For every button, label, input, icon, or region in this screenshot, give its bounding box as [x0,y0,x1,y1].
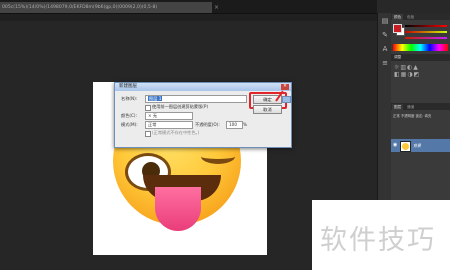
properties-icon[interactable]: ≡ [381,59,389,67]
ruler [0,14,377,21]
adjustment-icons[interactable]: ☼▥◐▲ ◧▦◑◩ [394,64,448,80]
dialog-close-icon[interactable]: ✕ [281,84,289,90]
watermark-text: 软件技巧 [320,225,436,256]
red-slider[interactable] [405,25,447,27]
layer-name-value: 图层 1 [148,96,163,101]
blue-slider[interactable] [405,37,447,39]
character-icon[interactable]: A [381,45,389,53]
visibility-eye-icon[interactable]: ◉ [393,142,397,148]
dialog-title: 新建图层 [119,84,137,89]
name-label: 名称(N): [121,96,138,101]
mode-label: 模式(M): [121,122,138,127]
history-icon[interactable]: ▤ [381,17,389,25]
color-select[interactable]: × 无 [145,112,193,120]
layers-panel-tabs: 图层 通道 [391,103,450,110]
cancel-button[interactable]: 取消 [253,105,282,114]
opacity-unit: % [243,122,247,127]
neutral-color-label: (正常模式不存在中性色。) [152,130,200,135]
color-label: 颜色(C): [121,113,137,118]
emoji-tongue [155,187,201,231]
tab-swatches[interactable]: 色板 [405,14,417,20]
document-tab-close-icon[interactable]: × [214,2,219,13]
watermark: 软件技巧 [312,200,450,270]
dialog-scroll-icon [282,96,291,103]
adjustments-header: 调整 [391,54,450,61]
tab-channels[interactable]: 通道 [405,104,417,110]
dialog-titlebar: 新建图层 ✕ [115,83,291,91]
tab-color[interactable]: 颜色 [392,14,404,20]
document-tab-bar: 005c(15%)(14/0%)(1498079,0/EKFD8m(9b6)gp… [0,0,377,14]
brush-icon[interactable]: ✎ [381,31,389,39]
opacity-input[interactable]: 100 [226,121,243,129]
layer-name-input[interactable]: 图层 1 [145,95,247,103]
color-panel-tabs: 颜色 色板 [391,13,450,20]
neutral-color-checkbox[interactable] [145,131,151,137]
layer-thumbnail [400,141,411,152]
foreground-color-swatch[interactable] [393,24,402,33]
green-slider[interactable] [405,31,447,33]
emoji-wink-eye [201,149,235,164]
opacity-label: 不透明度(O): [195,122,220,127]
document-tab[interactable]: 005c(15%)(14/0%)(1498079,0/EKFD8m(9b6)gp… [0,2,212,13]
color-spectrum[interactable] [393,44,448,51]
tab-layers[interactable]: 图层 [392,104,404,110]
clip-mask-label: 使用前一图层创建剪贴蒙版(P) [152,104,209,109]
mode-select[interactable]: 正常 [145,121,193,129]
new-layer-dialog: 新建图层 ✕ 名称(N): 图层 1 使用前一图层创建剪贴蒙版(P) 颜色(C)… [114,82,292,148]
layer-options[interactable]: 正常 不透明度 锁定: 填充 [393,113,448,119]
clip-mask-checkbox[interactable] [145,105,151,111]
layer-name: 背景 [413,143,421,148]
layer-row-background[interactable]: ◉ 背景 [391,139,450,152]
